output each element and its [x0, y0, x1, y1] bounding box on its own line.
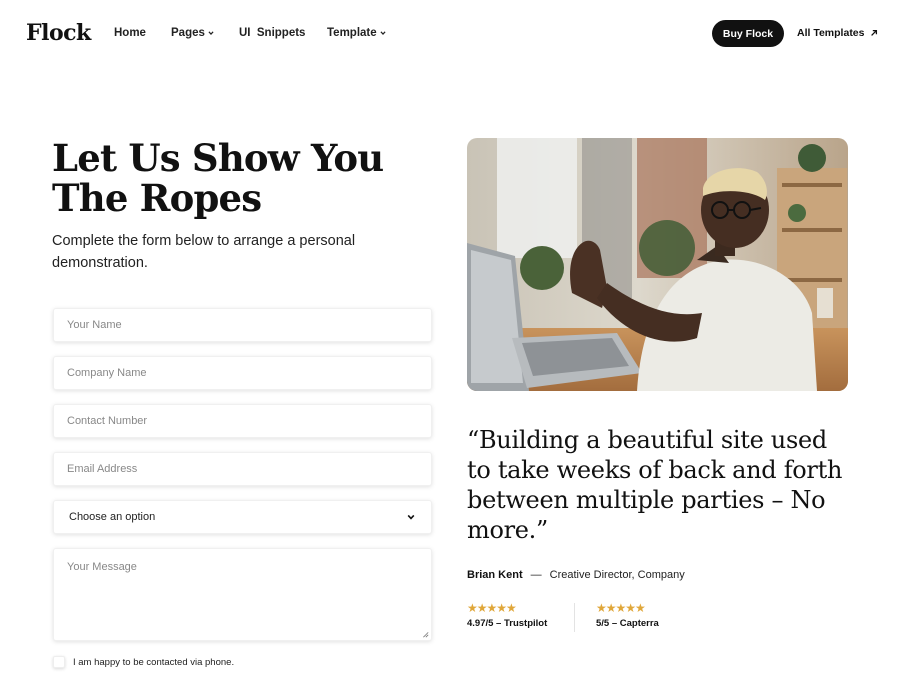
rating-label: 4.97/5 – Trustpilot — [467, 618, 548, 629]
arrow-up-right-icon — [870, 29, 877, 36]
testimonial-quote: “Building a beautiful site used to take … — [467, 426, 843, 544]
person-at-laptop-image — [467, 138, 848, 391]
nav-link-label: Template — [327, 27, 377, 39]
nav-link-pages[interactable]: Pages — [171, 27, 214, 39]
nav-link-template[interactable]: Template — [327, 27, 386, 39]
star-rating-icon: ★★★★★ — [596, 601, 646, 615]
email-field-wrapper — [53, 452, 432, 486]
contact-number-input[interactable] — [54, 405, 431, 437]
message-textarea[interactable] — [54, 549, 431, 640]
nav-link-label: Home — [114, 27, 146, 39]
top-navigation: Flock Home Pages UI Snippets Template Bu… — [0, 0, 900, 68]
testimonial-photo — [467, 138, 848, 391]
all-templates-link[interactable]: All Templates — [797, 27, 878, 39]
consent-row: I am happy to be contacted via phone. — [53, 656, 234, 668]
page-title: Let Us Show You The Ropes — [52, 138, 452, 218]
page-title-line: The Ropes — [52, 176, 262, 220]
nav-link-home[interactable]: Home — [114, 27, 146, 39]
rating-label: 5/5 – Capterra — [596, 618, 659, 629]
all-templates-label: All Templates — [797, 27, 865, 39]
company-input[interactable] — [54, 357, 431, 389]
option-select[interactable]: Choose an option — [53, 500, 432, 534]
author-name: Brian Kent — [467, 569, 523, 581]
star-rating-icon: ★★★★★ — [467, 601, 517, 615]
author-role: Creative Director, Company — [549, 569, 685, 581]
author-separator: — — [530, 569, 542, 581]
logo[interactable]: Flock — [26, 20, 91, 46]
testimonial-author: Brian Kent — Creative Director, Company — [467, 569, 685, 581]
consent-checkbox[interactable] — [53, 656, 65, 668]
chevron-down-icon — [380, 31, 386, 35]
rating-trustpilot: ★★★★★ 4.97/5 – Trustpilot — [467, 601, 547, 629]
nav-link-label: UI Snippets — [239, 27, 306, 39]
company-field-wrapper — [53, 356, 432, 390]
contact-field-wrapper — [53, 404, 432, 438]
name-field-wrapper — [53, 308, 432, 342]
resize-handle-icon[interactable] — [421, 630, 429, 638]
page-title-line: Let Us Show You — [52, 136, 384, 180]
message-field-wrapper — [53, 548, 432, 641]
email-input[interactable] — [54, 453, 431, 485]
page-subtitle: Complete the form below to arrange a per… — [52, 233, 356, 271]
consent-label: I am happy to be contacted via phone. — [73, 656, 235, 668]
rating-capterra: ★★★★★ 5/5 – Capterra — [596, 601, 659, 629]
nav-link-label: Pages — [171, 27, 205, 39]
name-input[interactable] — [54, 309, 431, 341]
buy-flock-button[interactable]: Buy Flock — [712, 20, 784, 47]
nav-link-ui-snippets[interactable]: UI Snippets — [239, 27, 305, 39]
option-select-value: Choose an option — [69, 511, 156, 523]
rating-divider — [574, 603, 575, 632]
chevron-down-icon — [208, 31, 214, 35]
chevron-down-icon — [407, 514, 415, 520]
